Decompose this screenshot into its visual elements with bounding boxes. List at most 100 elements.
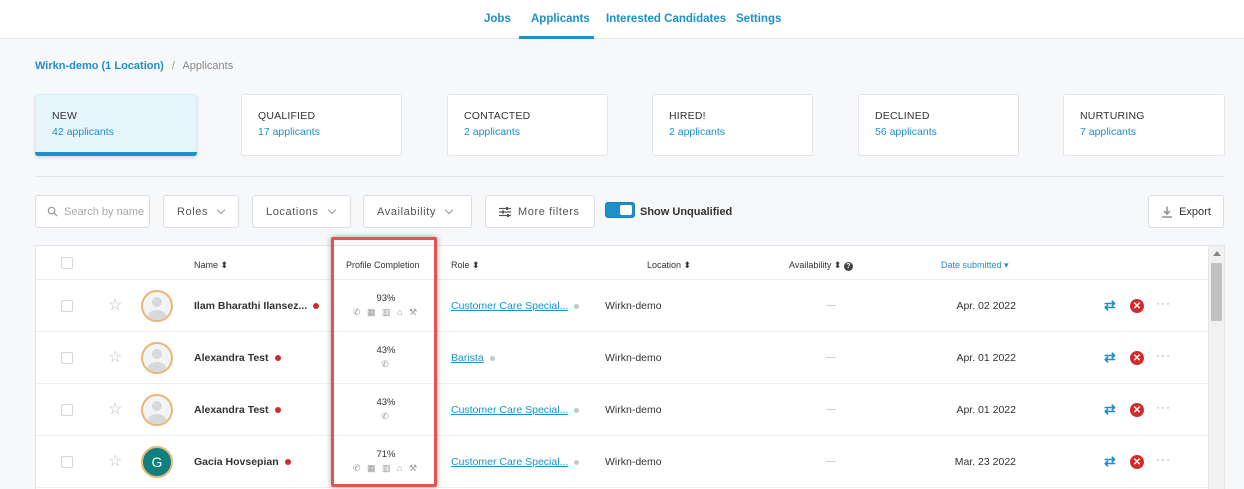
decline-icon[interactable]: ✕ — [1130, 299, 1144, 313]
scroll-up-arrow-icon[interactable] — [1213, 251, 1221, 256]
unread-dot — [284, 459, 291, 466]
applicant-name[interactable]: Alexandra Test — [194, 352, 281, 364]
star-icon[interactable]: ☆ — [108, 295, 122, 315]
search-icon — [47, 206, 58, 217]
table-header: Name ⬍ Profile Completion Role ⬍ Locatio… — [36, 246, 1208, 280]
column-header-role[interactable]: Role ⬍ — [451, 260, 480, 271]
row-checkbox[interactable] — [61, 300, 73, 312]
search-box[interactable] — [35, 195, 150, 228]
row-checkbox[interactable] — [61, 404, 73, 416]
stage-card-new[interactable]: NEW 42 applicants — [35, 94, 197, 156]
more-filters-button[interactable]: More filters — [485, 195, 595, 228]
sliders-icon — [499, 206, 511, 217]
profile-completion-percent: 43% — [376, 397, 396, 408]
applicant-name[interactable]: Gacia Hovsepian — [194, 456, 291, 468]
chevron-down-icon — [444, 205, 454, 214]
person-icon — [148, 401, 166, 424]
tab-applicants[interactable]: Applicants — [531, 13, 590, 25]
date-submitted-cell: Apr. 01 2022 — [956, 352, 1016, 364]
status-dot — [574, 407, 580, 413]
status-dot — [574, 459, 580, 465]
locations-filter-label: Locations — [266, 205, 319, 218]
stage-card-declined[interactable]: DECLINED 56 applicants — [858, 94, 1019, 156]
column-header-profile-completion[interactable]: Profile Completion — [346, 260, 420, 270]
toggle-knob — [620, 205, 632, 215]
more-options-icon[interactable]: ··· — [1156, 400, 1171, 414]
tab-interested-candidates[interactable]: Interested Candidates — [606, 13, 726, 25]
table-row[interactable]: ☆ Ilam Bharathi Ilansez... 93% ✆ ▦ ▥ ⌂ ⚒… — [36, 280, 1208, 332]
breadcrumb: Wirkn-demo (1 Location) / Applicants — [35, 60, 233, 72]
show-unqualified-toggle[interactable] — [605, 202, 635, 218]
active-tab-underline — [519, 36, 594, 39]
vertical-scrollbar[interactable] — [1208, 246, 1224, 489]
stage-card-hired[interactable]: HIRED! 2 applicants — [652, 94, 813, 156]
decline-icon[interactable]: ✕ — [1130, 455, 1144, 469]
role-link[interactable]: Customer Care Special... — [451, 404, 580, 416]
more-options-icon[interactable]: ··· — [1156, 348, 1171, 362]
move-stage-icon[interactable]: ⇄ — [1104, 401, 1116, 418]
more-options-icon[interactable]: ··· — [1156, 452, 1171, 466]
stage-count: 17 applicants — [258, 126, 320, 138]
sort-icon: ⬍ — [833, 260, 842, 270]
tab-jobs[interactable]: Jobs — [484, 13, 511, 25]
table-row[interactable]: ☆ G Gacia Hovsepian 71% ✆ ▦ ▥ ⌂ ⚒ Custom… — [36, 436, 1208, 488]
export-button[interactable]: Export — [1148, 195, 1224, 228]
star-icon[interactable]: ☆ — [108, 451, 122, 471]
column-header-name[interactable]: Name ⬍ — [194, 260, 228, 271]
date-submitted-cell: Apr. 02 2022 — [956, 300, 1016, 312]
breadcrumb-current: Applicants — [182, 60, 234, 72]
top-nav: Jobs Applicants Interested Candidates Se… — [0, 0, 1244, 39]
search-input[interactable] — [64, 205, 144, 218]
breadcrumb-location-link[interactable]: Wirkn-demo (1 Location) — [35, 60, 164, 72]
date-submitted-cell: Apr. 01 2022 — [956, 404, 1016, 416]
column-header-location[interactable]: Location ⬍ — [647, 260, 691, 271]
person-icon — [148, 297, 166, 320]
stage-card-qualified[interactable]: QUALIFIED 17 applicants — [241, 94, 402, 156]
availability-filter[interactable]: Availability — [363, 195, 472, 228]
stage-count: 7 applicants — [1080, 126, 1137, 138]
profile-section-icons: ✆ ▦ ▥ ⌂ ⚒ — [352, 307, 420, 317]
select-all-checkbox[interactable] — [61, 257, 73, 269]
roles-filter[interactable]: Roles — [163, 195, 239, 228]
sort-icon: ⬍ — [683, 260, 692, 270]
scrollbar-thumb[interactable] — [1211, 263, 1222, 321]
more-options-icon[interactable]: ··· — [1156, 296, 1171, 310]
decline-icon[interactable]: ✕ — [1130, 351, 1144, 365]
star-icon[interactable]: ☆ — [108, 347, 122, 367]
table-row[interactable]: ☆ Alexandra Test 43% ✆ Barista Wirkn-dem… — [36, 332, 1208, 384]
row-checkbox[interactable] — [61, 456, 73, 468]
column-header-availability[interactable]: Availability ⬍ ? — [789, 260, 853, 271]
availability-cell: — — [826, 300, 836, 311]
unread-dot — [274, 407, 281, 414]
table-row[interactable]: ☆ Alexandra Test 43% ✆ Customer Care Spe… — [36, 384, 1208, 436]
availability-filter-label: Availability — [377, 205, 436, 218]
profile-section-icons: ✆ — [381, 411, 391, 421]
availability-cell: — — [826, 404, 836, 415]
availability-cell: — — [826, 352, 836, 363]
move-stage-icon[interactable]: ⇄ — [1104, 349, 1116, 366]
decline-icon[interactable]: ✕ — [1130, 403, 1144, 417]
profile-section-icons: ✆ — [381, 359, 391, 369]
tab-settings[interactable]: Settings — [736, 13, 781, 25]
profile-completion-percent: 43% — [376, 345, 396, 356]
row-checkbox[interactable] — [61, 352, 73, 364]
applicants-table: Name ⬍ Profile Completion Role ⬍ Locatio… — [35, 245, 1225, 489]
locations-filter[interactable]: Locations — [252, 195, 351, 228]
show-unqualified-label: Show Unqualified — [640, 206, 733, 218]
star-icon[interactable]: ☆ — [108, 399, 122, 419]
stage-count: 2 applicants — [464, 126, 521, 138]
move-stage-icon[interactable]: ⇄ — [1104, 297, 1116, 314]
stage-name: NEW — [52, 110, 78, 122]
stage-card-nurturing[interactable]: NURTURING 7 applicants — [1063, 94, 1225, 156]
role-link[interactable]: Barista — [451, 352, 495, 364]
stage-card-contacted[interactable]: CONTACTED 2 applicants — [447, 94, 608, 156]
applicant-name[interactable]: Ilam Bharathi Ilansez... — [194, 300, 320, 312]
column-header-date-submitted[interactable]: Date submitted ▾ — [941, 260, 1009, 271]
move-stage-icon[interactable]: ⇄ — [1104, 453, 1116, 470]
role-link[interactable]: Customer Care Special... — [451, 300, 580, 312]
sort-icon: ⬍ — [472, 260, 480, 270]
role-link[interactable]: Customer Care Special... — [451, 456, 580, 468]
profile-completion-percent: 93% — [376, 293, 396, 304]
stage-count: 56 applicants — [875, 126, 937, 138]
applicant-name[interactable]: Alexandra Test — [194, 404, 281, 416]
